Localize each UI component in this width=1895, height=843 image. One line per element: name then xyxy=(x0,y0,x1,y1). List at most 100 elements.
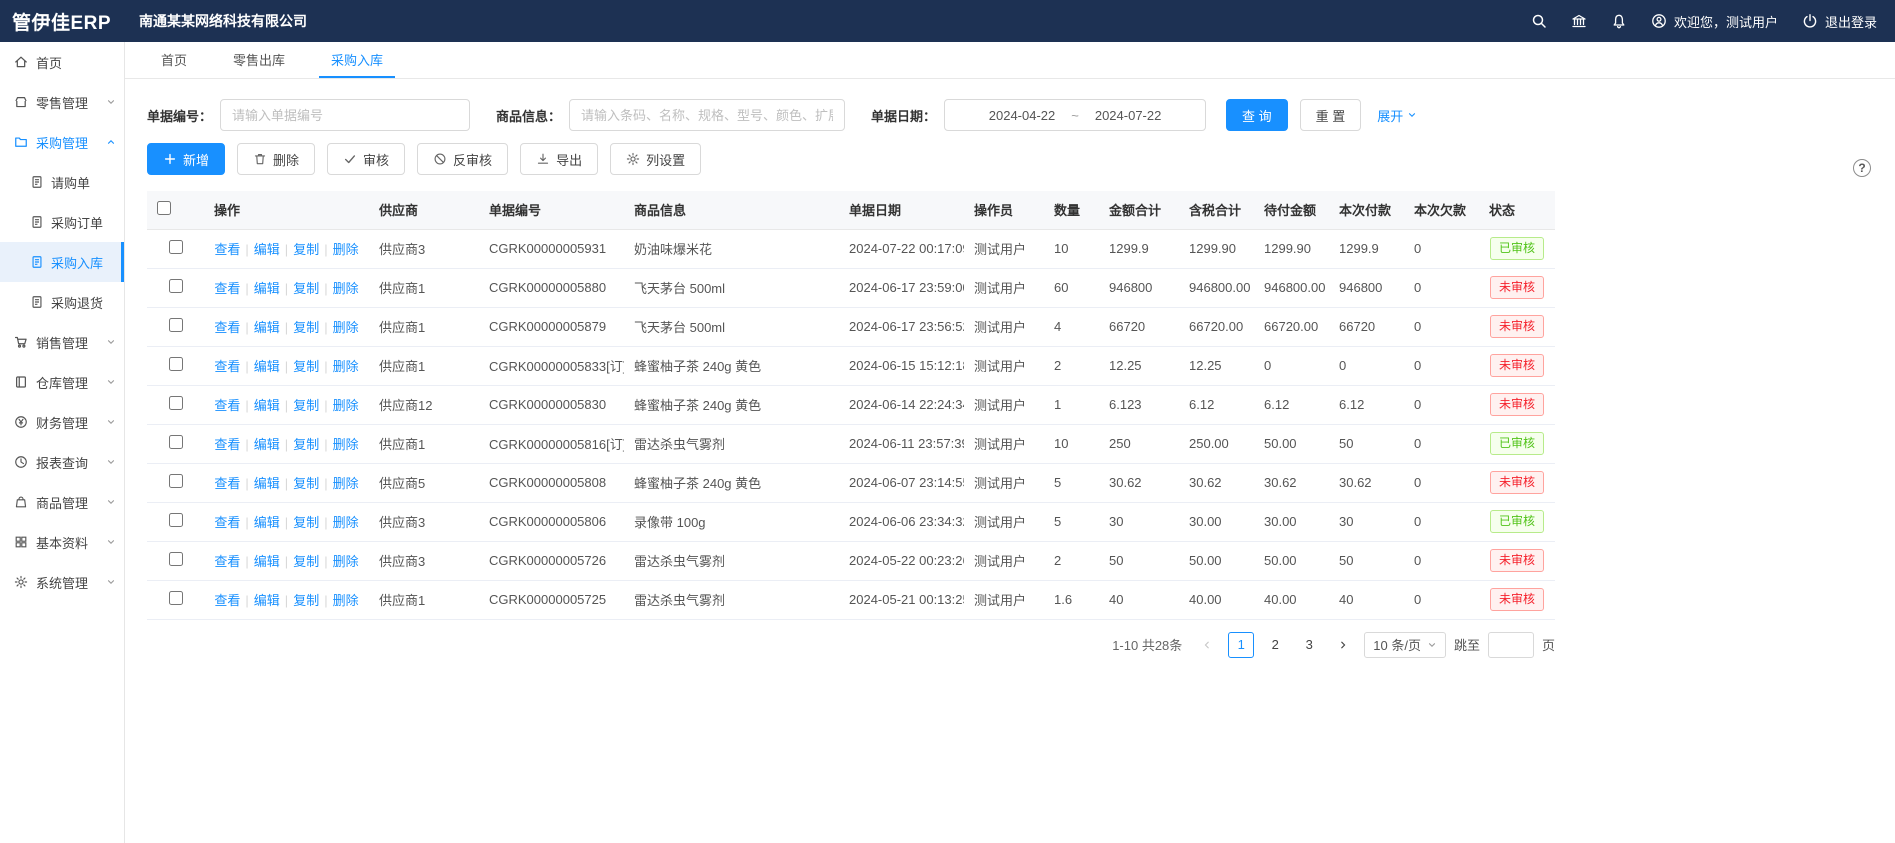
copy-link[interactable]: 复制 xyxy=(293,242,319,257)
copy-link[interactable]: 复制 xyxy=(293,281,319,296)
edit-link[interactable]: 编辑 xyxy=(254,398,280,413)
delete-link[interactable]: 删除 xyxy=(333,242,359,257)
search-icon[interactable] xyxy=(1531,13,1547,29)
delete-link[interactable]: 删除 xyxy=(333,359,359,374)
edit-link[interactable]: 编辑 xyxy=(254,359,280,374)
tab-retail-outbound[interactable]: 零售出库 xyxy=(221,42,297,78)
edit-link[interactable]: 编辑 xyxy=(254,242,280,257)
pagination-total: 1-10 共28条 xyxy=(1112,635,1182,654)
jump-page-input[interactable] xyxy=(1488,632,1534,658)
help-icon[interactable]: ? xyxy=(1853,159,1871,177)
bell-icon[interactable] xyxy=(1611,13,1627,29)
row-checkbox[interactable] xyxy=(169,318,183,332)
view-link[interactable]: 查看 xyxy=(214,320,240,335)
amount-cell: 946800 xyxy=(1099,268,1179,307)
sidebar-item-purchase-inbound[interactable]: 采购入库 xyxy=(0,242,124,282)
sidebar-item-basic-data[interactable]: 基本资料 xyxy=(0,522,124,562)
doc-no-input[interactable] xyxy=(220,99,470,131)
row-checkbox[interactable] xyxy=(169,279,183,293)
sidebar-item-goods[interactable]: 商品管理 xyxy=(0,482,124,522)
home-icon xyxy=(14,55,28,69)
date-to-value[interactable]: 2024-07-22 xyxy=(1095,108,1162,123)
row-checkbox[interactable] xyxy=(169,435,183,449)
row-checkbox[interactable] xyxy=(169,552,183,566)
date-from-value[interactable]: 2024-04-22 xyxy=(989,108,1056,123)
sidebar-item-sales[interactable]: 销售管理 xyxy=(0,322,124,362)
edit-link[interactable]: 编辑 xyxy=(254,281,280,296)
view-link[interactable]: 查看 xyxy=(214,476,240,491)
product-info-input[interactable] xyxy=(569,99,845,131)
row-checkbox[interactable] xyxy=(169,396,183,410)
view-link[interactable]: 查看 xyxy=(214,593,240,608)
delete-link[interactable]: 删除 xyxy=(333,593,359,608)
search-button[interactable]: 查 询 xyxy=(1226,99,1288,131)
view-link[interactable]: 查看 xyxy=(214,515,240,530)
page-size-select[interactable]: 10 条/页 xyxy=(1364,632,1446,658)
edit-link[interactable]: 编辑 xyxy=(254,593,280,608)
sidebar-item-system[interactable]: 系统管理 xyxy=(0,562,124,602)
unaudit-button[interactable]: 反审核 xyxy=(417,143,508,175)
edit-link[interactable]: 编辑 xyxy=(254,320,280,335)
delete-link[interactable]: 删除 xyxy=(333,437,359,452)
delete-link[interactable]: 删除 xyxy=(333,476,359,491)
copy-link[interactable]: 复制 xyxy=(293,320,319,335)
copy-link[interactable]: 复制 xyxy=(293,593,319,608)
delete-link[interactable]: 删除 xyxy=(333,398,359,413)
view-link[interactable]: 查看 xyxy=(214,281,240,296)
view-link[interactable]: 查看 xyxy=(214,437,240,452)
welcome-user[interactable]: 欢迎您，测试用户 xyxy=(1651,12,1778,31)
next-page-button[interactable] xyxy=(1330,632,1356,658)
edit-link[interactable]: 编辑 xyxy=(254,554,280,569)
sidebar-item-purchase[interactable]: 采购管理 xyxy=(0,122,124,162)
sidebar-item-finance[interactable]: 财务管理 xyxy=(0,402,124,442)
delete-link[interactable]: 删除 xyxy=(333,281,359,296)
row-checkbox[interactable] xyxy=(169,357,183,371)
tab-purchase-inbound[interactable]: 采购入库 xyxy=(319,42,395,78)
tab-home[interactable]: 首页 xyxy=(149,42,199,78)
copy-link[interactable]: 复制 xyxy=(293,398,319,413)
date-range-picker[interactable]: 2024-04-22 ~ 2024-07-22 xyxy=(944,99,1206,131)
sidebar-item-purchase-order[interactable]: 采购订单 xyxy=(0,202,124,242)
delete-link[interactable]: 删除 xyxy=(333,554,359,569)
copy-link[interactable]: 复制 xyxy=(293,437,319,452)
copy-link[interactable]: 复制 xyxy=(293,476,319,491)
copy-link[interactable]: 复制 xyxy=(293,554,319,569)
row-checkbox[interactable] xyxy=(169,240,183,254)
view-link[interactable]: 查看 xyxy=(214,398,240,413)
view-link[interactable]: 查看 xyxy=(214,359,240,374)
page-button-2[interactable]: 2 xyxy=(1262,632,1288,658)
copy-link[interactable]: 复制 xyxy=(293,359,319,374)
sidebar-item-home[interactable]: 首页 xyxy=(0,42,124,82)
sidebar-item-reports[interactable]: 报表查询 xyxy=(0,442,124,482)
view-link[interactable]: 查看 xyxy=(214,242,240,257)
delete-link[interactable]: 删除 xyxy=(333,515,359,530)
bank-icon[interactable] xyxy=(1571,13,1587,29)
row-checkbox[interactable] xyxy=(169,591,183,605)
logout-button[interactable]: 退出登录 xyxy=(1802,12,1877,31)
delete-button[interactable]: 删除 xyxy=(237,143,315,175)
edit-link[interactable]: 编辑 xyxy=(254,476,280,491)
audit-button[interactable]: 审核 xyxy=(327,143,405,175)
page-button-1[interactable]: 1 xyxy=(1228,632,1254,658)
sidebar-item-warehouse[interactable]: 仓库管理 xyxy=(0,362,124,402)
row-checkbox[interactable] xyxy=(169,474,183,488)
view-link[interactable]: 查看 xyxy=(214,554,240,569)
prev-page-button[interactable] xyxy=(1194,632,1220,658)
product-cell: 录像带 100g xyxy=(624,502,839,541)
row-checkbox[interactable] xyxy=(169,513,183,527)
reset-button[interactable]: 重 置 xyxy=(1300,99,1362,131)
column-settings-button[interactable]: 列设置 xyxy=(610,143,701,175)
amount-cell: 12.25 xyxy=(1099,346,1179,385)
edit-link[interactable]: 编辑 xyxy=(254,515,280,530)
sidebar-item-retail[interactable]: 零售管理 xyxy=(0,82,124,122)
select-all-checkbox[interactable] xyxy=(157,201,171,215)
edit-link[interactable]: 编辑 xyxy=(254,437,280,452)
export-button[interactable]: 导出 xyxy=(520,143,598,175)
add-button[interactable]: 新增 xyxy=(147,143,225,175)
sidebar-item-purchase-return[interactable]: 采购退货 xyxy=(0,282,124,322)
copy-link[interactable]: 复制 xyxy=(293,515,319,530)
delete-link[interactable]: 删除 xyxy=(333,320,359,335)
page-button-3[interactable]: 3 xyxy=(1296,632,1322,658)
expand-link[interactable]: 展开 xyxy=(1377,106,1417,125)
sidebar-item-purchase-request[interactable]: 请购单 xyxy=(0,162,124,202)
